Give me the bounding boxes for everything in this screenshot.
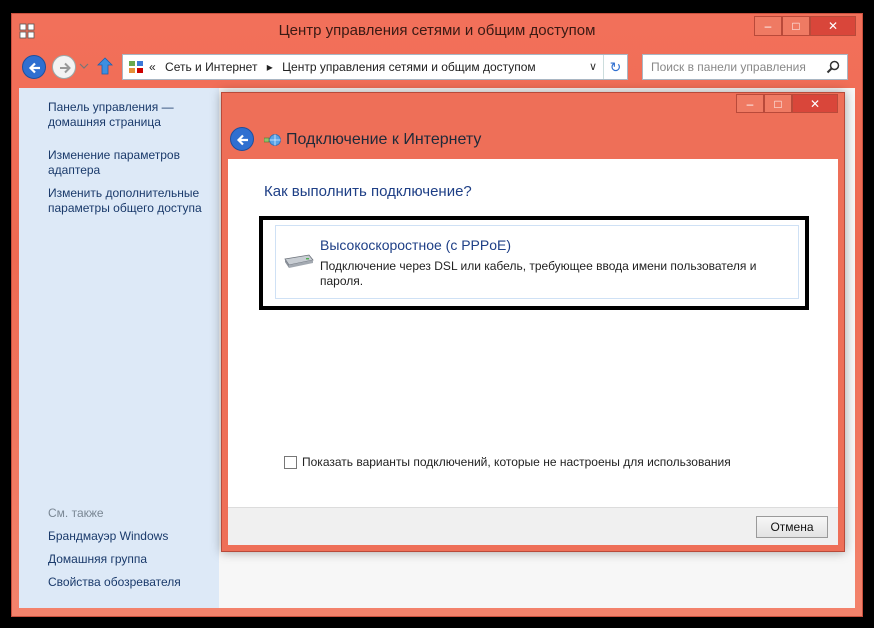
sidebar-link-homegroup[interactable]: Домашняя группа <box>48 552 147 567</box>
option-description: Подключение через DSL или кабель, требую… <box>320 259 757 288</box>
breadcrumb-network-center[interactable]: Центр управления сетями и общим доступом <box>282 60 536 74</box>
breadcrumb-network-internet[interactable]: Сеть и Интернет <box>165 60 257 74</box>
network-globe-icon <box>264 134 281 146</box>
window-title: Центр управления сетями и общим доступом <box>278 22 596 39</box>
see-also-heading: См. также <box>48 506 104 520</box>
connect-to-internet-dialog: – □ ✕ Подключение к Интернету Как выполн… <box>221 92 845 552</box>
sidebar-link-adapter-settings[interactable]: Изменение параметров адаптера <box>48 148 198 178</box>
address-bar[interactable]: « Сеть и Интернет ▸ Центр управления сет… <box>122 54 628 80</box>
breadcrumb-prefix[interactable]: « <box>149 60 156 74</box>
navigation-toolbar: « Сеть и Интернет ▸ Центр управления сет… <box>18 52 858 82</box>
dialog-back-button[interactable] <box>230 127 254 151</box>
sidebar: Панель управления — домашняя страница Из… <box>19 88 219 608</box>
minimize-button[interactable]: – <box>754 16 782 36</box>
forward-arrow-icon <box>60 62 71 74</box>
cancel-button[interactable]: Отмена <box>756 516 828 538</box>
sidebar-link-firewall[interactable]: Брандмауэр Windows <box>48 529 168 544</box>
dialog-minimize-button[interactable]: – <box>736 94 764 113</box>
network-center-icon <box>129 61 143 73</box>
refresh-icon[interactable]: ↻ <box>603 55 627 79</box>
up-button[interactable] <box>96 56 114 76</box>
dialog-title: Подключение к Интернету <box>286 131 482 148</box>
option-title: Высокоскоростное (с PPPoE) <box>320 237 512 253</box>
dialog-body: Как выполнить подключение? Высокоскорост… <box>228 159 838 507</box>
pppoe-option[interactable]: Высокоскоростное (с PPPoE) Подключение ч… <box>275 225 799 299</box>
search-input[interactable]: Поиск в панели управления <box>642 54 848 80</box>
show-unconfigured-options[interactable]: Показать варианты подключений, которые н… <box>284 455 731 469</box>
dialog-close-button[interactable]: ✕ <box>792 94 838 113</box>
back-arrow-icon <box>28 62 40 74</box>
address-dropdown[interactable]: ∨ <box>589 60 597 73</box>
close-button[interactable]: ✕ <box>810 16 856 36</box>
show-unconfigured-label[interactable]: Показать варианты подключений, которые н… <box>302 455 731 469</box>
back-arrow-icon <box>236 134 248 146</box>
dialog-caption-buttons: – □ ✕ <box>736 94 838 113</box>
forward-button[interactable] <box>52 55 76 79</box>
sidebar-link-internet-options[interactable]: Свойства обозревателя <box>48 575 181 590</box>
back-button[interactable] <box>22 55 46 79</box>
show-unconfigured-checkbox[interactable] <box>284 455 297 469</box>
screenshot-frame: Центр управления сетями и общим доступом… <box>0 0 874 628</box>
dialog-maximize-button[interactable]: □ <box>764 94 792 113</box>
search-placeholder: Поиск в панели управления <box>651 60 806 74</box>
search-icon[interactable] <box>826 60 840 74</box>
breadcrumb: « Сеть и Интернет ▸ Центр управления сет… <box>149 60 542 74</box>
connection-question: Как выполнить подключение? <box>264 183 472 200</box>
sidebar-link-control-panel-home[interactable]: Панель управления — домашняя страница <box>48 100 198 130</box>
dialog-header: Подключение к Интернету <box>228 123 838 157</box>
sidebar-link-advanced-sharing[interactable]: Изменить дополнительные параметры общего… <box>48 186 218 216</box>
up-arrow-icon <box>97 57 113 75</box>
recent-pages-dropdown-icon[interactable] <box>79 61 89 71</box>
modem-icon <box>284 254 314 268</box>
breadcrumb-separator[interactable]: ▸ <box>267 60 273 74</box>
dialog-footer: Отмена <box>228 507 838 545</box>
window-caption-buttons: – □ ✕ <box>754 16 856 36</box>
maximize-button[interactable]: □ <box>782 16 810 36</box>
